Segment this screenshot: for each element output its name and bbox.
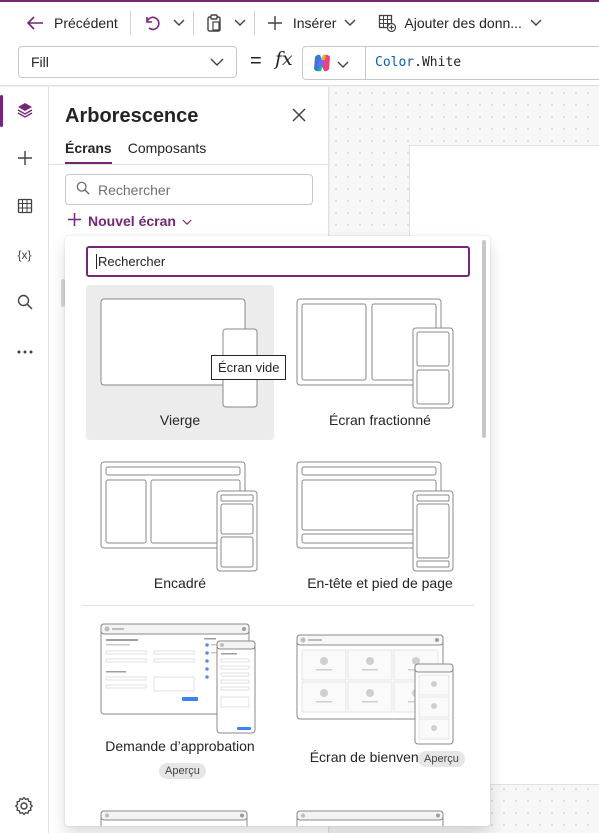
close-icon [291, 108, 307, 126]
approval-thumbnail [100, 623, 256, 734]
undo-dropdown-button[interactable] [169, 7, 189, 39]
template-approval-request[interactable]: Demande d’approbation Aperçu [86, 615, 274, 785]
formula-identifier: Color [375, 55, 415, 70]
preview-badge: Aperçu [159, 763, 206, 779]
formula-text: Color.White [375, 55, 461, 70]
settings-button[interactable] [14, 796, 36, 818]
search-icon [76, 181, 90, 198]
tree-search-input[interactable]: Rechercher [65, 174, 313, 205]
clipboard-icon [206, 14, 222, 32]
template-thumbnail-partial[interactable] [296, 810, 446, 826]
paste-dropdown-button[interactable] [230, 7, 250, 39]
paste-button[interactable] [198, 7, 230, 39]
template-sidebar[interactable]: Encadré [86, 450, 274, 600]
variables-rail-button[interactable]: {x} [0, 235, 49, 275]
gear-icon [14, 796, 34, 819]
template-label: Encadré [153, 575, 207, 591]
tree-view-button[interactable] [0, 91, 49, 131]
tooltip: Écran vide [211, 355, 287, 380]
template-label: Demande d’approbation [105, 738, 255, 754]
arrow-left-icon [26, 15, 44, 31]
chevron-down-icon [210, 54, 224, 70]
new-screen-button[interactable]: Nouvel écran [67, 212, 192, 230]
search-rail-button[interactable] [0, 283, 49, 323]
sidebar-thumbnail [100, 461, 258, 572]
toolbar-separator [129, 11, 131, 35]
table-icon [17, 198, 33, 217]
template-label: Écran fractionné [329, 412, 431, 428]
panel-title: Arborescence [65, 105, 199, 127]
preview-badge: Aperçu [418, 751, 465, 767]
back-button[interactable]: Précédent [18, 7, 126, 39]
welcome-thumbnail [296, 634, 454, 745]
undo-icon [143, 14, 161, 32]
gallery-search-input[interactable]: Rechercher [86, 246, 470, 277]
formula-bar: Fill = fx Color.White [0, 44, 599, 86]
more-icon [17, 342, 33, 357]
new-screen-gallery: Rechercher Vierge Écran vide Écran fract… [65, 236, 490, 826]
plus-icon [17, 150, 33, 169]
more-rail-button[interactable] [0, 329, 49, 369]
tab-screens[interactable]: Écrans [65, 140, 112, 164]
property-value: Fill [31, 54, 49, 70]
template-welcome-screen[interactable]: Écran de bienvenue Aperçu [286, 615, 474, 785]
insert-button[interactable]: Insérer [259, 7, 365, 39]
toolbar-separator [253, 11, 255, 35]
template-label: En-tête et pied de page [307, 575, 453, 591]
blank-thumbnail [100, 298, 258, 408]
template-header-footer[interactable]: En-tête et pied de page [286, 450, 474, 600]
chevron-down-icon [182, 213, 192, 229]
fx-icon[interactable]: fx [275, 48, 293, 70]
copilot-button[interactable] [311, 51, 363, 77]
tree-tabs: Écrans Composants [65, 140, 206, 164]
add-data-icon [378, 14, 397, 32]
formula-member: .White [414, 55, 462, 70]
plus-icon [67, 212, 82, 230]
template-thumbnail-partial[interactable] [100, 810, 250, 826]
left-rail: {x} [0, 87, 49, 833]
text-caret [96, 254, 97, 269]
template-label: Vierge [159, 412, 201, 428]
section-divider [82, 605, 474, 606]
layers-icon [16, 101, 34, 122]
close-button[interactable] [291, 107, 311, 127]
chevron-down-icon [344, 19, 356, 27]
add-data-button[interactable]: Ajouter des donn... [370, 7, 550, 39]
chevron-down-icon [234, 19, 246, 27]
tab-divider [49, 164, 329, 165]
formula-divider [365, 47, 366, 79]
copilot-icon [311, 52, 333, 77]
insert-label: Insérer [292, 15, 337, 31]
back-label: Précédent [54, 15, 118, 31]
add-data-label: Ajouter des donn... [404, 15, 522, 31]
insert-rail-button[interactable] [0, 139, 49, 179]
data-rail-button[interactable] [0, 187, 49, 227]
search-icon [17, 294, 33, 313]
command-bar: Précédent Insérer Ajouter des donn... [0, 0, 599, 44]
chevron-down-icon [530, 19, 542, 27]
plus-icon [267, 15, 283, 31]
template-split-screen[interactable]: Écran fractionné [286, 285, 474, 440]
new-screen-label: Nouvel écran [88, 213, 176, 229]
chevron-down-icon [337, 56, 349, 72]
property-dropdown[interactable]: Fill [18, 46, 237, 78]
variables-icon: {x} [17, 248, 32, 262]
toolbar-separator [192, 11, 194, 35]
chevron-down-icon [173, 19, 185, 27]
equals-sign: = [250, 50, 262, 72]
undo-button[interactable] [135, 7, 169, 39]
header-footer-thumbnail [296, 461, 454, 572]
formula-input[interactable]: Color.White [302, 46, 599, 80]
gallery-search-placeholder: Rechercher [98, 254, 166, 269]
tab-components[interactable]: Composants [128, 140, 207, 164]
split-screen-thumbnail [296, 298, 454, 409]
gallery-scrollbar[interactable] [482, 240, 486, 438]
search-placeholder: Rechercher [98, 181, 171, 198]
